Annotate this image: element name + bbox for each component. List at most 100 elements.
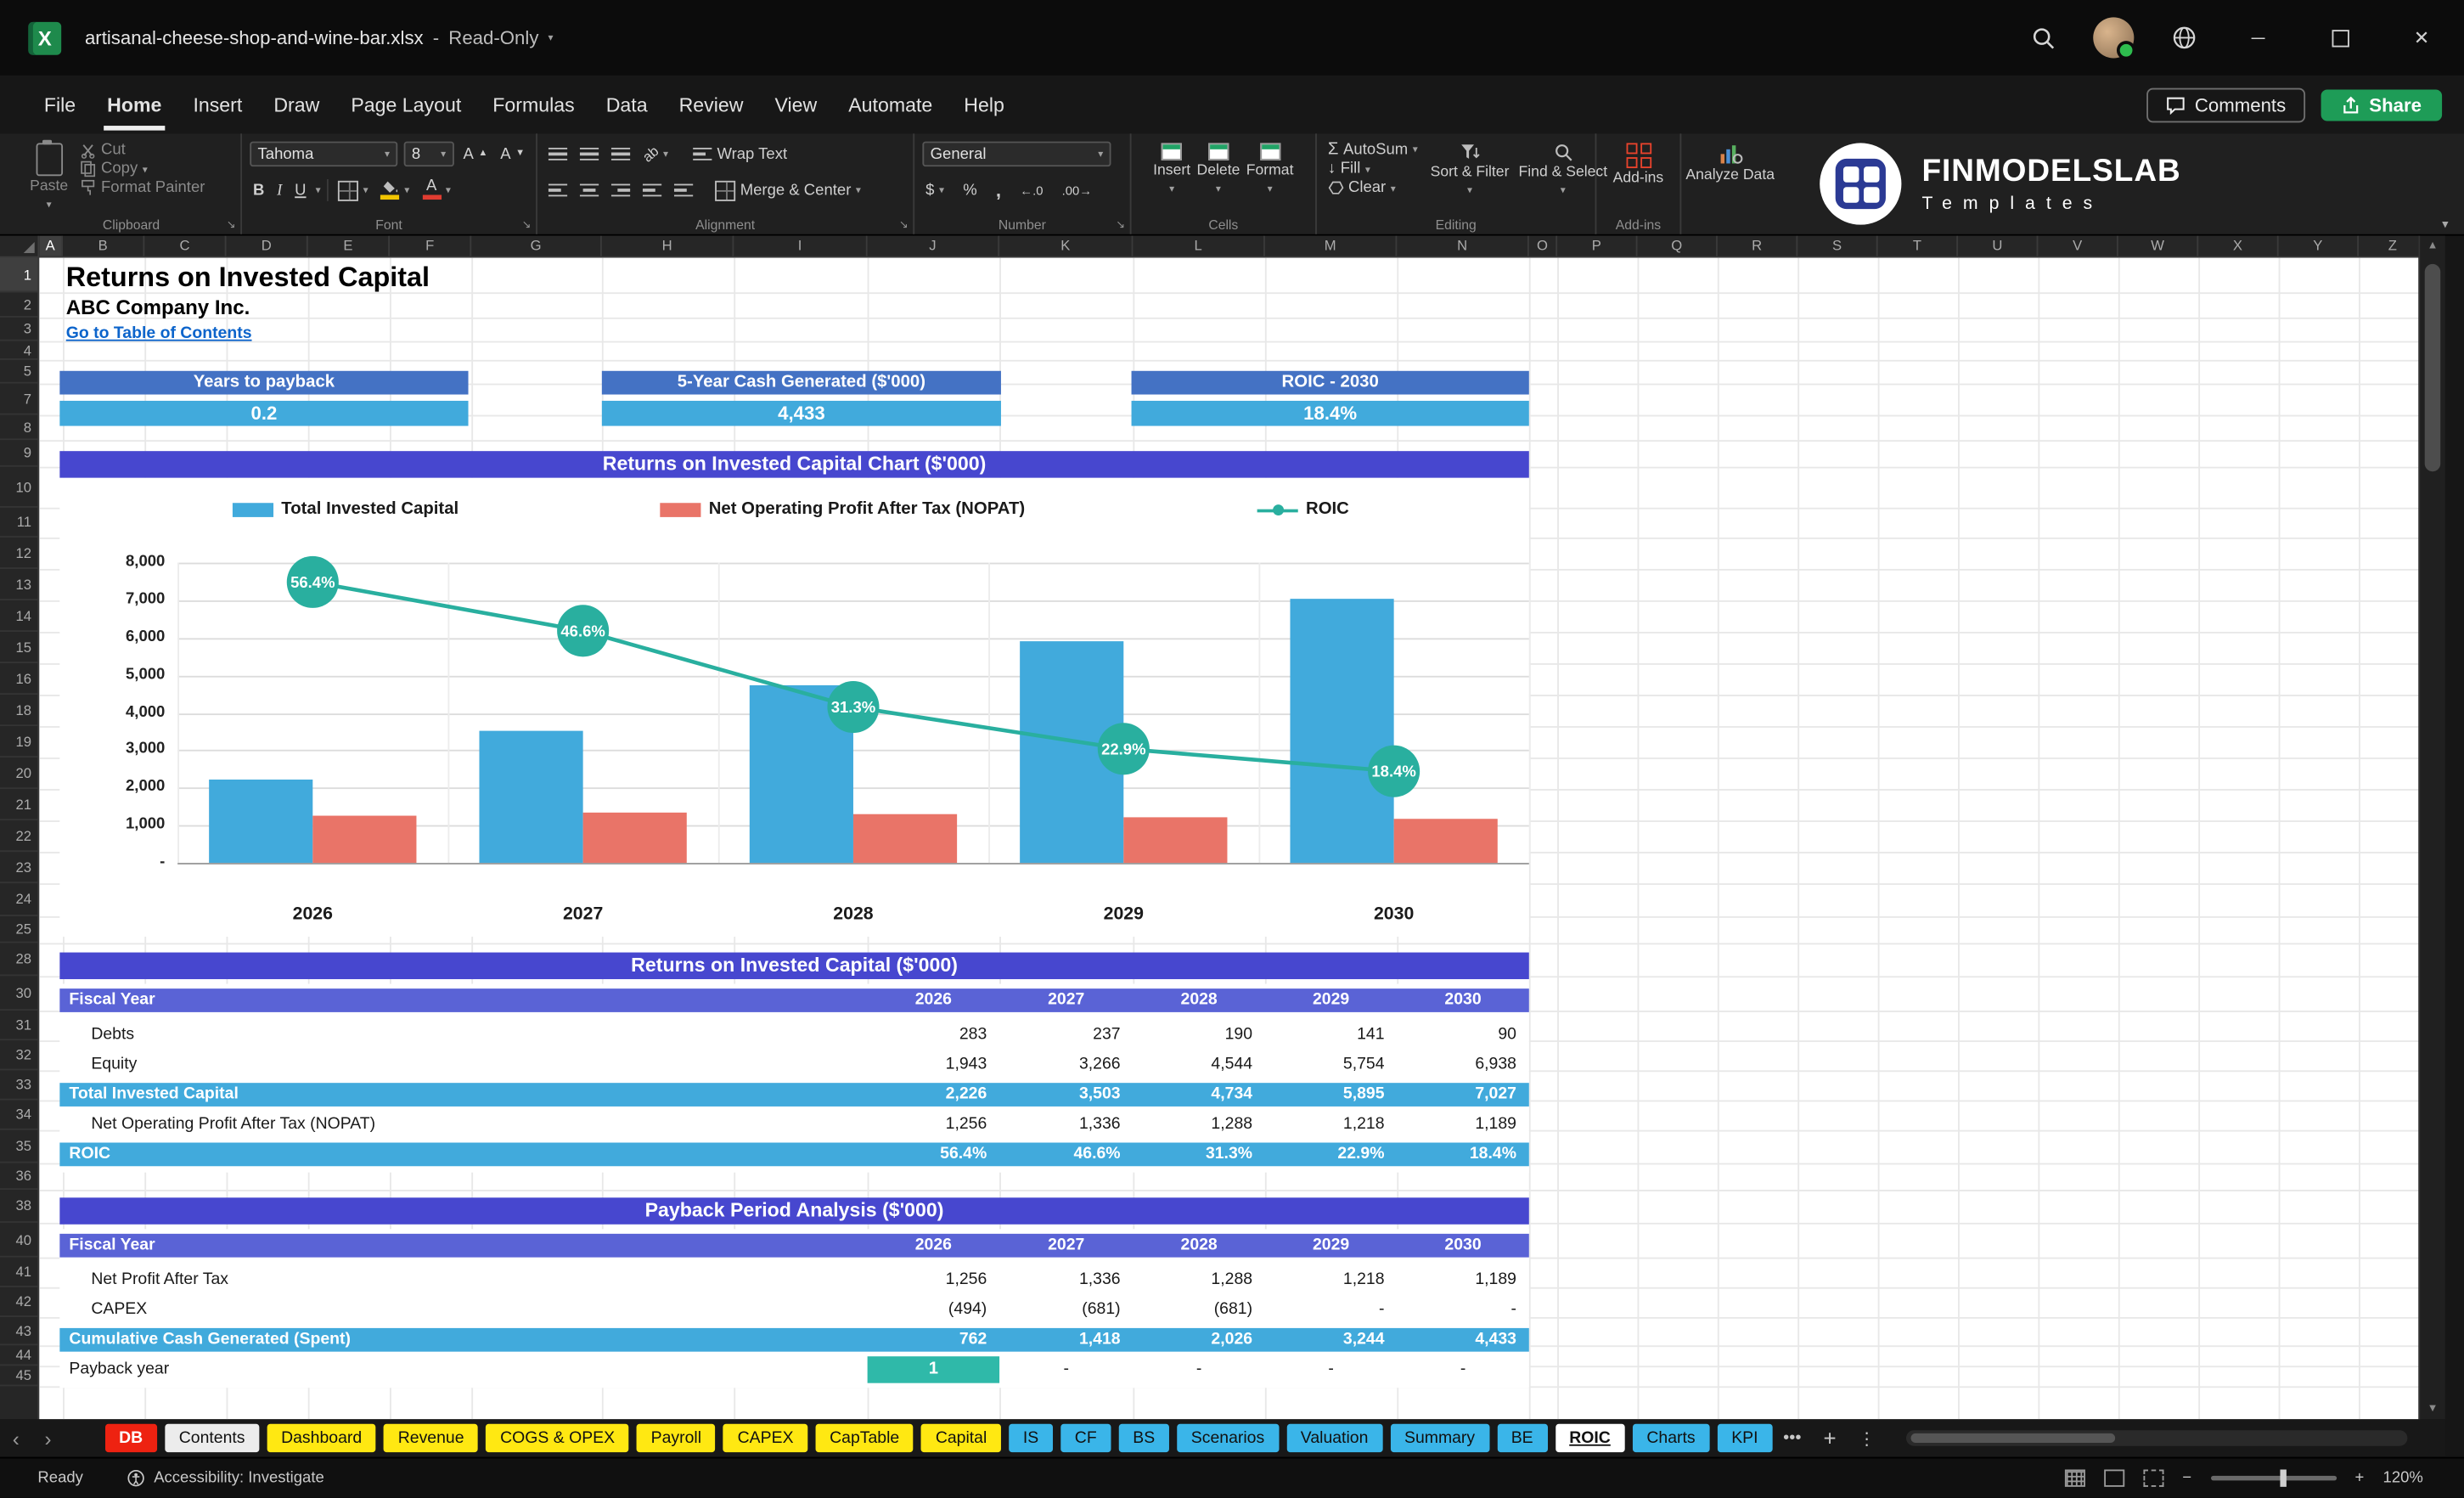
currency-button[interactable]: $ ▾	[922, 182, 947, 199]
collapse-ribbon-icon[interactable]: ▾	[2442, 217, 2448, 231]
document-title[interactable]: artisanal-cheese-shop-and-wine-bar.xlsx …	[85, 26, 554, 48]
sheet-tab-valuation[interactable]: Valuation	[1286, 1423, 1383, 1453]
underline-button[interactable]: U	[291, 182, 309, 199]
align-bottom-icon[interactable]	[608, 147, 633, 161]
search-icon[interactable]	[2027, 22, 2058, 54]
row-header-41[interactable]: 41	[0, 1258, 38, 1287]
select-all-corner[interactable]	[0, 235, 40, 258]
row-header-33[interactable]: 33	[0, 1070, 38, 1101]
row-headers[interactable]: 1 2 3 4 5 7 8 9 10 11 12 13 14 15 16 18 19 20 21 22 23 24 25 28…	[0, 257, 40, 1420]
cell-value[interactable]: -	[1397, 1295, 1528, 1325]
cell-value[interactable]: 5,754	[1265, 1050, 1397, 1079]
cell-value[interactable]: 1,943	[868, 1050, 999, 1079]
cell-value[interactable]: 762	[868, 1328, 999, 1352]
align-middle-icon[interactable]	[577, 147, 602, 161]
cell-value[interactable]: 22.9%	[1265, 1143, 1397, 1167]
row-header-36[interactable]: 36	[0, 1163, 38, 1191]
row-header-1[interactable]: 1	[0, 257, 38, 293]
row-header-21[interactable]: 21	[0, 789, 38, 821]
menu-item-draw[interactable]: Draw	[258, 87, 335, 122]
row-header-30[interactable]: 30	[0, 976, 38, 1011]
format-painter-button[interactable]: Format Painter	[77, 179, 208, 196]
sheet-tab-summary[interactable]: Summary	[1390, 1423, 1489, 1453]
close-button[interactable]: ✕	[2398, 14, 2445, 62]
number-format-select[interactable]: General ▾	[922, 141, 1111, 167]
row-header-22[interactable]: 22	[0, 820, 38, 853]
cell-value[interactable]: 3,503	[999, 1083, 1133, 1107]
zoom-out-button[interactable]: −	[2182, 1469, 2191, 1486]
cell-value[interactable]: -	[1133, 1354, 1264, 1384]
globe-icon[interactable]	[2169, 22, 2200, 54]
font-family-select[interactable]: Tahoma ▾	[250, 141, 398, 167]
column-header-L[interactable]: L	[1133, 235, 1265, 256]
align-center-icon[interactable]	[577, 183, 602, 198]
sheet-tab-capex[interactable]: CAPEX	[723, 1423, 808, 1453]
row-header-24[interactable]: 24	[0, 883, 38, 916]
decrease-indent-icon[interactable]	[639, 183, 665, 198]
cell-value[interactable]: 283	[868, 1020, 999, 1050]
column-header-W[interactable]: W	[2118, 235, 2199, 256]
column-header-T[interactable]: T	[1878, 235, 1959, 256]
column-header-S[interactable]: S	[1797, 235, 1878, 256]
sheet-tab-is[interactable]: IS	[1009, 1423, 1053, 1453]
column-header-A[interactable]: A	[39, 235, 64, 256]
row-header-11[interactable]: 11	[0, 508, 38, 538]
row-header-23[interactable]: 23	[0, 852, 38, 884]
clear-button[interactable]: Clear ▾	[1325, 179, 1420, 196]
more-sheets-button[interactable]: •••	[1772, 1428, 1812, 1447]
cell-value[interactable]: 31.3%	[1133, 1143, 1264, 1167]
menu-item-help[interactable]: Help	[948, 87, 1021, 122]
column-header-K[interactable]: K	[999, 235, 1134, 256]
scroll-down-icon[interactable]: ▼	[2420, 1404, 2445, 1415]
cell-value[interactable]: 1,218	[1265, 1265, 1397, 1295]
align-right-icon[interactable]	[608, 183, 633, 198]
row-header-42[interactable]: 42	[0, 1287, 38, 1317]
font-color-button[interactable]: A ▾	[419, 178, 453, 200]
increase-indent-icon[interactable]	[671, 183, 696, 198]
column-header-D[interactable]: D	[227, 235, 308, 256]
row-header-40[interactable]: 40	[0, 1223, 38, 1258]
accessibility-status[interactable]: Accessibility: Investigate	[127, 1469, 324, 1487]
comments-button[interactable]: Comments	[2146, 87, 2305, 122]
sort-filter-button[interactable]: Sort & Filter ▾	[1431, 138, 1509, 197]
cell-value[interactable]: (681)	[1133, 1295, 1264, 1325]
number-dialog-launcher-icon[interactable]: ↘	[1116, 218, 1125, 231]
row-header-7[interactable]: 7	[0, 384, 38, 415]
borders-button[interactable]: ▾	[335, 179, 371, 200]
column-header-H[interactable]: H	[602, 235, 734, 256]
row-header-5[interactable]: 5	[0, 360, 38, 384]
vertical-scroll-thumb[interactable]	[2424, 263, 2441, 472]
cell-value[interactable]: -	[1265, 1354, 1397, 1384]
font-dialog-launcher-icon[interactable]: ↘	[522, 218, 532, 231]
kpi-label[interactable]: ROIC - 2030	[1131, 370, 1529, 395]
sheet-tab-be[interactable]: BE	[1497, 1423, 1548, 1453]
row-header-45[interactable]: 45	[0, 1366, 38, 1387]
cell-value[interactable]: 7,027	[1397, 1083, 1528, 1107]
delete-cells-button[interactable]: Delete ▾	[1197, 138, 1240, 195]
cell-value[interactable]: 1,288	[1133, 1265, 1264, 1295]
row-header-16[interactable]: 16	[0, 663, 38, 696]
menu-item-data[interactable]: Data	[590, 87, 663, 122]
row-header-18[interactable]: 18	[0, 695, 38, 727]
row-header-2[interactable]: 2	[0, 292, 38, 318]
row-header-10[interactable]: 10	[0, 467, 38, 508]
row-header-3[interactable]: 3	[0, 318, 38, 341]
menu-item-formulas[interactable]: Formulas	[477, 87, 590, 122]
row-header-9[interactable]: 9	[0, 440, 38, 467]
cell-value[interactable]: 1,189	[1397, 1265, 1528, 1295]
kpi-value[interactable]: 0.2	[59, 400, 469, 426]
column-header-R[interactable]: R	[1718, 235, 1798, 256]
column-header-U[interactable]: U	[1958, 235, 2039, 256]
horizontal-scroll-thumb[interactable]	[1910, 1433, 2116, 1444]
zoom-slider-thumb[interactable]	[2279, 1469, 2287, 1487]
sheet-tab-scenarios[interactable]: Scenarios	[1177, 1423, 1279, 1453]
cell-value[interactable]: -	[1397, 1354, 1528, 1384]
column-header-O[interactable]: O	[1529, 235, 1558, 256]
kpi-value[interactable]: 4,433	[601, 400, 1001, 426]
cell-value[interactable]: 3,266	[999, 1050, 1133, 1079]
cell-value[interactable]: 1,418	[999, 1328, 1133, 1352]
column-header-Z[interactable]: Z	[2359, 236, 2420, 256]
column-header-V[interactable]: V	[2038, 235, 2118, 256]
cell-value[interactable]: 2,226	[868, 1083, 999, 1107]
table-section-header[interactable]: Returns on Invested Capital ($'000)	[59, 952, 1529, 980]
